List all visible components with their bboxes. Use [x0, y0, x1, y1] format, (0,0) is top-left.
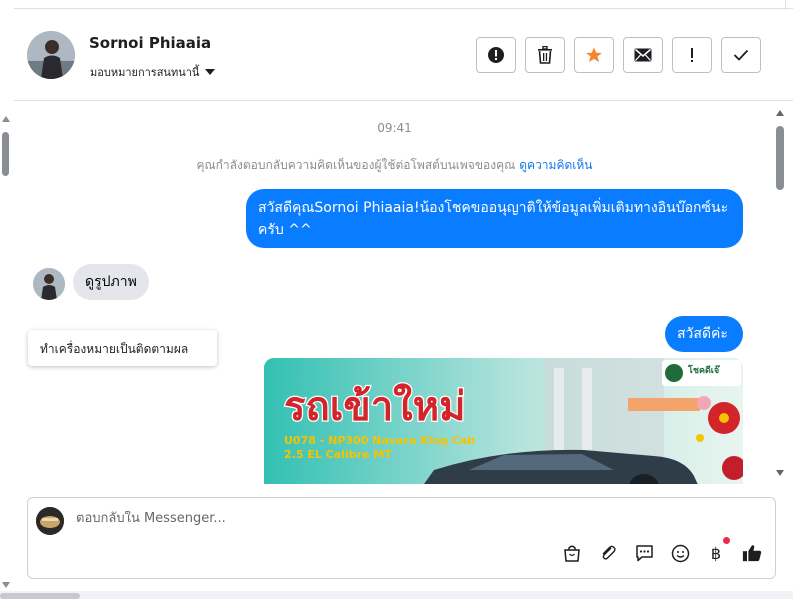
- scroll-down-arrow-icon[interactable]: [2, 582, 10, 588]
- scrollbar-thumb[interactable]: [2, 132, 9, 176]
- page-avatar: [36, 507, 64, 535]
- conversation-header: Sornoi Phiaaia มอบหมายการสนทนานี้: [14, 9, 793, 101]
- reply-input[interactable]: [76, 511, 576, 526]
- attach-file-button[interactable]: [598, 543, 618, 563]
- inbox-conversation-pane: Sornoi Phiaaia มอบหมายการสนทนานี้ 09:41 …: [0, 0, 793, 599]
- reply-composer: ฿: [27, 497, 776, 579]
- scroll-up-arrow-icon[interactable]: [2, 116, 10, 122]
- trash-icon: [538, 46, 552, 64]
- mark-unread-button[interactable]: [623, 37, 663, 73]
- ad-headline: รถเข้าใหม่: [284, 383, 465, 430]
- horizontal-scrollbar-thumb[interactable]: [0, 593, 80, 599]
- ad-trim-line: 2.5 EL Calibre MT: [284, 448, 392, 461]
- notice-text: คุณกำลังตอบกลับความคิดเห็นของผู้ใช้ต่อโพ…: [196, 158, 516, 172]
- caret-down-icon: [205, 69, 216, 75]
- follow-up-tooltip: ทำเครื่องหมายเป็นติดตามผล: [28, 330, 217, 366]
- notification-dot: [723, 537, 730, 544]
- exclamation-icon: [691, 48, 693, 62]
- message-thread[interactable]: 09:41 คุณกำลังตอบกลับความคิดเห็นของผู้ใช…: [14, 102, 775, 484]
- assign-conversation-dropdown[interactable]: มอบหมายการสนทนานี้: [90, 63, 216, 81]
- payment-button[interactable]: ฿: [706, 537, 730, 563]
- follow-up-button[interactable]: [574, 37, 614, 73]
- shopping-bag-icon: [564, 545, 580, 562]
- alert-circle-icon: [488, 47, 504, 63]
- scrollbar-thumb[interactable]: [776, 126, 784, 190]
- bottom-scroll-track: [0, 591, 793, 599]
- thumbs-up-icon: [742, 545, 762, 562]
- comment-reply-notice: คุณกำลังตอบกลับความคิดเห็นของผู้ใช้ต่อโพ…: [14, 156, 775, 175]
- like-button[interactable]: [742, 543, 762, 563]
- saved-reply-icon: [635, 545, 653, 562]
- baht-icon: ฿: [710, 543, 722, 563]
- important-button[interactable]: [672, 37, 712, 73]
- saved-reply-button[interactable]: [634, 543, 654, 563]
- star-icon: [586, 47, 602, 63]
- spam-button[interactable]: [476, 37, 516, 73]
- scroll-up-arrow-icon[interactable]: [776, 110, 784, 116]
- contact-name[interactable]: Sornoi Phiaaia: [89, 34, 211, 52]
- shopping-bag-button[interactable]: [562, 543, 582, 563]
- paperclip-icon: [602, 545, 616, 560]
- emoji-button[interactable]: [670, 543, 690, 563]
- incoming-message[interactable]: ดูรูปภาพ: [73, 264, 149, 300]
- ad-model-line: U078 - NP300 Navara King Cab: [284, 434, 475, 447]
- envelope-icon: [634, 48, 652, 62]
- emoji-icon: [671, 544, 689, 562]
- contact-avatar[interactable]: [27, 31, 75, 79]
- assign-label: มอบหมายการสนทนานี้: [90, 66, 200, 79]
- done-button[interactable]: [721, 37, 761, 73]
- delete-button[interactable]: [525, 37, 565, 73]
- view-comment-link[interactable]: ดูความคิดเห็น: [519, 158, 592, 172]
- thread-scrollbar[interactable]: [775, 108, 787, 480]
- scroll-down-arrow-icon[interactable]: [776, 470, 784, 476]
- promo-image-attachment[interactable]: โชคดีเจ๊ รถเข้าใหม่ U078 - NP300 Navara …: [264, 358, 743, 484]
- composer-toolbar: ฿: [562, 537, 762, 563]
- ad-brand-text: โชคดีเจ๊: [687, 364, 721, 376]
- outgoing-message[interactable]: สวัสดีคุณSornoi Phiaaia!น้องโชคขออนุญาติ…: [246, 189, 743, 248]
- outer-scrollbar[interactable]: [0, 110, 12, 588]
- outgoing-message[interactable]: สวัสดีค่ะ: [665, 316, 743, 352]
- header-action-bar: [476, 37, 761, 73]
- sender-avatar[interactable]: [33, 268, 65, 300]
- check-icon: [733, 49, 749, 61]
- message-timestamp: 09:41: [377, 121, 412, 135]
